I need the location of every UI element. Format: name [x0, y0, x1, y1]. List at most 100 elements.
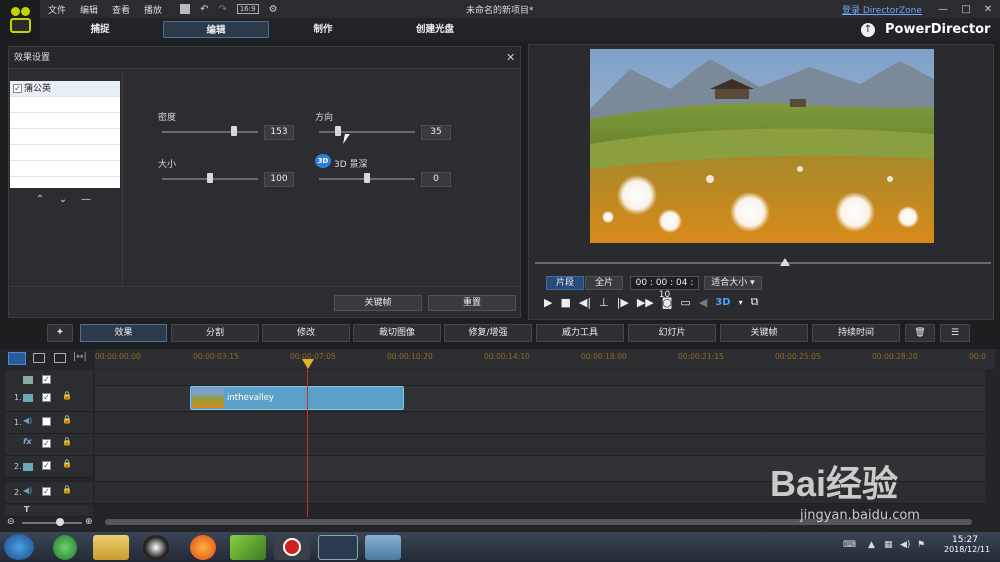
- qq-icon[interactable]: [143, 535, 169, 560]
- tab-produce[interactable]: 制作: [303, 21, 343, 38]
- menu-edit[interactable]: 编辑: [80, 3, 98, 16]
- stop-icon[interactable]: ■: [560, 296, 570, 309]
- zoom-slider[interactable]: [22, 522, 82, 524]
- movie-mode-button[interactable]: 全片: [585, 276, 623, 290]
- fast-forward-icon[interactable]: ▶▶: [637, 296, 654, 309]
- effect-settings-panel: 效果设置 ✕ ✓ 蒲公英 ⌃ ⌄ — 密度 153 大小 100 方向 35 3D…: [8, 46, 521, 318]
- fit-timeline-icon[interactable]: |↔|: [73, 352, 87, 362]
- depth-slider-thumb[interactable]: [364, 173, 370, 183]
- timeline-ruler[interactable]: 00:00:00:00 00:00:03:15 00:00:07:05 00:0…: [95, 349, 995, 369]
- clock[interactable]: 15:27 2018/12/11: [944, 535, 990, 554]
- volume-icon[interactable]: ◀: [699, 296, 707, 309]
- keyframe-tool-button[interactable]: 关键帧: [720, 324, 808, 342]
- clip-mode-button[interactable]: 片段: [546, 276, 584, 290]
- preview-scrubber-track[interactable]: [535, 262, 991, 264]
- zoom-in-icon[interactable]: ⊕: [85, 517, 93, 527]
- fit-size-dropdown[interactable]: 适合大小 ▾: [704, 276, 762, 290]
- lock-icon[interactable]: 🔒: [62, 485, 72, 494]
- minimize-icon[interactable]: —: [932, 4, 954, 15]
- tab-capture[interactable]: 捕捉: [80, 21, 120, 38]
- save-icon[interactable]: [180, 4, 191, 14]
- display-icon[interactable]: ▭: [680, 296, 690, 309]
- modify-tool-button[interactable]: 修改: [262, 324, 350, 342]
- keyframe-button[interactable]: 关键帧: [334, 295, 422, 311]
- timecode-display: 00 : 00 : 04 : 10: [630, 276, 699, 300]
- direction-value[interactable]: 35: [421, 125, 451, 140]
- move-up-button[interactable]: ⌃: [31, 193, 49, 207]
- menu-view[interactable]: 查看: [112, 3, 130, 16]
- effect-tool-button[interactable]: 效果: [80, 324, 167, 342]
- menu-file[interactable]: 文件: [48, 3, 66, 16]
- maximize-icon[interactable]: □: [955, 4, 977, 15]
- close-icon[interactable]: ✕: [977, 4, 999, 15]
- move-down-button[interactable]: ⌄: [54, 193, 72, 207]
- undock-icon[interactable]: ⧉: [751, 295, 759, 309]
- track-manager-icon[interactable]: [54, 353, 66, 363]
- preview-scrubber-thumb[interactable]: [780, 258, 790, 266]
- menu-play[interactable]: 播放: [144, 3, 162, 16]
- undo-icon[interactable]: ↶: [200, 4, 208, 15]
- lock-icon[interactable]: 🔒: [62, 459, 72, 468]
- volume-tray-icon[interactable]: ◀): [900, 540, 910, 550]
- next-frame-icon[interactable]: |▶: [617, 296, 629, 309]
- browser-360-icon[interactable]: [53, 535, 77, 560]
- zoom-slider-thumb[interactable]: [56, 518, 64, 526]
- remove-button[interactable]: —: [77, 193, 95, 207]
- depth-label: 3D 景深: [334, 160, 368, 170]
- effect-checkbox[interactable]: ✓: [13, 84, 22, 93]
- crop-tool-button[interactable]: 裁切图像: [353, 324, 441, 342]
- fx-track-icon: fx: [23, 437, 32, 446]
- fix-enhance-tool-button[interactable]: 修复/增强: [444, 324, 532, 342]
- lock-icon[interactable]: 🔒: [62, 391, 72, 400]
- split-icon[interactable]: ⊥: [599, 296, 609, 309]
- more-options-icon[interactable]: ☰: [940, 324, 970, 342]
- keyboard-icon[interactable]: ⌨: [843, 540, 856, 550]
- size-slider-thumb[interactable]: [207, 173, 213, 183]
- aspect-ratio-button[interactable]: 16:9: [236, 4, 259, 14]
- trash-icon[interactable]: 🗑: [905, 324, 935, 342]
- size-value[interactable]: 100: [264, 172, 294, 187]
- media-player-icon[interactable]: [230, 535, 266, 560]
- 3d-mode-button[interactable]: 3D: [715, 297, 730, 308]
- direction-slider-thumb[interactable]: [335, 126, 341, 136]
- duration-tool-button[interactable]: 持续时间: [812, 324, 900, 342]
- density-value[interactable]: 153: [264, 125, 294, 140]
- login-link[interactable]: 登录 DirectorZone: [842, 3, 922, 16]
- recorder-icon[interactable]: [274, 535, 310, 560]
- depth-value[interactable]: 0: [421, 172, 451, 187]
- start-button-icon[interactable]: [4, 534, 34, 560]
- list-item[interactable]: ✓ 蒲公英: [10, 81, 120, 97]
- photo-viewer-icon[interactable]: [365, 535, 401, 560]
- video-clip[interactable]: inthevalley: [190, 386, 404, 410]
- snapshot-icon[interactable]: ◙: [662, 296, 673, 309]
- redo-icon[interactable]: ↷: [218, 4, 226, 15]
- project-title: 未命名的新项目*: [466, 5, 534, 16]
- play-icon[interactable]: ▶: [544, 296, 552, 309]
- power-tools-button[interactable]: 威力工具: [536, 324, 624, 342]
- tab-edit[interactable]: 编辑: [163, 21, 269, 38]
- prev-frame-icon[interactable]: ◀|: [579, 296, 591, 309]
- file-explorer-icon[interactable]: [93, 535, 129, 560]
- lock-icon[interactable]: 🔒: [62, 415, 72, 424]
- chevron-down-icon[interactable]: ▾: [739, 298, 743, 307]
- firefox-icon[interactable]: [190, 535, 216, 560]
- density-slider-track[interactable]: [162, 131, 258, 133]
- tab-create-disc[interactable]: 创建光盘: [400, 21, 470, 38]
- storyboard-view-icon[interactable]: [33, 353, 45, 363]
- zoom-out-icon[interactable]: ⊖: [7, 517, 15, 527]
- split-tool-button[interactable]: 分割: [171, 324, 259, 342]
- upload-icon[interactable]: ↑: [861, 23, 875, 37]
- panel-close-icon[interactable]: ✕: [506, 51, 515, 64]
- density-slider-thumb[interactable]: [231, 126, 237, 136]
- powerdirector-taskbar-icon[interactable]: [318, 535, 358, 560]
- settings-gear-icon[interactable]: ⚙: [269, 4, 278, 15]
- lock-icon[interactable]: 🔒: [62, 437, 72, 446]
- network-icon[interactable]: ▦: [884, 540, 893, 550]
- slideshow-tool-button[interactable]: 幻灯片: [628, 324, 716, 342]
- magic-tool-button[interactable]: ✦: [47, 324, 73, 342]
- direction-slider-track[interactable]: [319, 131, 415, 133]
- tray-up-icon[interactable]: ▲: [868, 540, 875, 550]
- flag-icon[interactable]: ⚑: [917, 540, 925, 550]
- timeline-view-icon[interactable]: [8, 352, 26, 365]
- reset-button[interactable]: 重置: [428, 295, 516, 311]
